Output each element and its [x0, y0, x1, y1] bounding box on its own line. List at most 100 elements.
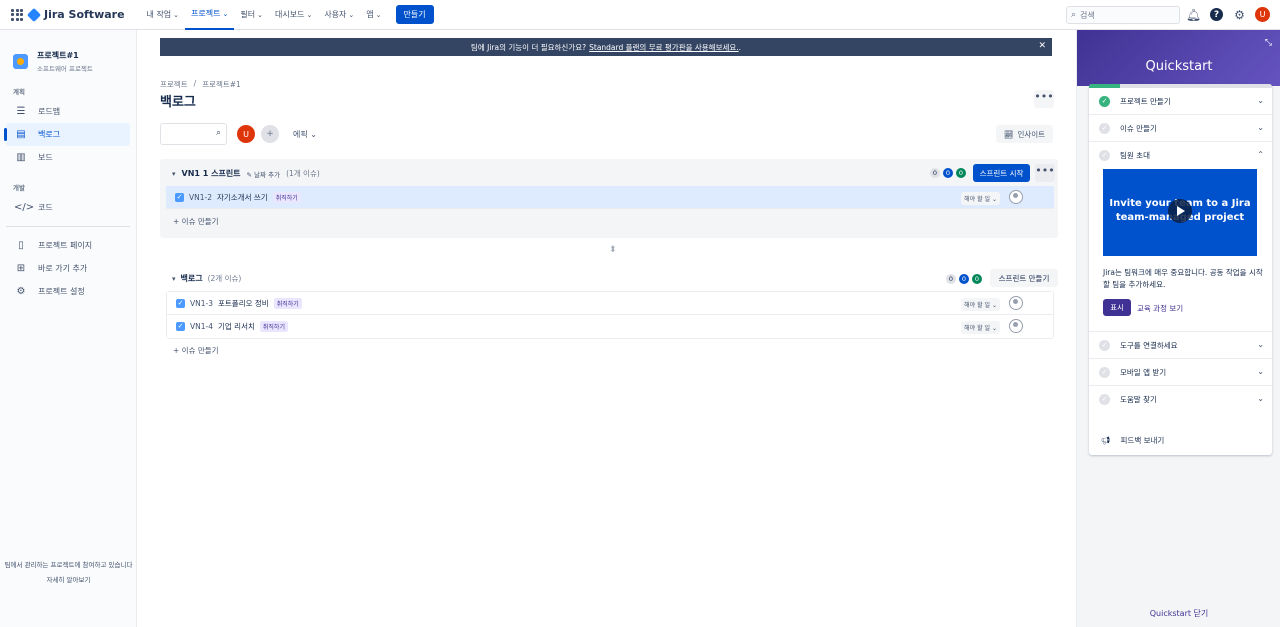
nav-label: 앱 [366, 10, 374, 19]
nav-my-work[interactable]: 내 작업 ⌄ [141, 0, 186, 30]
nav-dashboards[interactable]: 대시보드 ⌄ [269, 0, 318, 30]
issue-epic-label: 취직하기 [272, 191, 301, 203]
unassigned-avatar-icon[interactable] [1009, 190, 1023, 204]
check-pending-icon: ✓ [1099, 150, 1110, 161]
add-date-link[interactable]: ✎ 날짜 추가 [247, 169, 281, 179]
sidebar-item-backlog[interactable]: ▤ 백로그 [4, 123, 130, 146]
chevron-up-icon: ⌃ [1257, 150, 1264, 159]
megaphone-icon: 📢︎ [1101, 436, 1111, 445]
quickstart-item-create-issue[interactable]: ✓ 이슈 만들기 ⌄ [1089, 115, 1272, 142]
project-header[interactable]: 프로젝트#1 소프트웨어 프로젝트 [13, 50, 136, 73]
sidebar-item-roadmap[interactable]: ☰ 로드맵 [6, 100, 130, 123]
insights-label: 인사이트 [1017, 129, 1046, 139]
sidebar-item-code[interactable]: </> 코드 [6, 196, 130, 219]
minimize-icon[interactable]: ⤡ [1265, 38, 1272, 48]
epic-filter-dropdown[interactable]: 에픽 ⌄ [293, 129, 317, 140]
create-issue-button[interactable]: + 이슈 만들기 [173, 216, 219, 227]
nav-projects[interactable]: 프로젝트 ⌄ [185, 0, 235, 30]
issue-status-dropdown[interactable]: 해야 할 일 ⌄ [961, 298, 1000, 311]
issue-row[interactable]: ✓ VN1-2 자기소개서 쓰기 취직하기 해야 할 일 ⌄ [166, 186, 1054, 209]
notifications-icon[interactable]: 🔔︎ [1186, 7, 1201, 22]
chevron-down-icon: ⌄ [310, 130, 317, 139]
user-avatar[interactable]: U [1255, 7, 1270, 22]
quickstart-item-mobile-app[interactable]: ✓ 모바일 앱 받기 ⌄ [1089, 359, 1272, 386]
sidebar-item-board[interactable]: ▥ 보드 [6, 146, 130, 169]
breadcrumb-project[interactable]: 프로젝트#1 [202, 79, 241, 90]
create-issue-button[interactable]: + 이슈 만들기 [173, 345, 219, 356]
issue-epic-label: 취직하기 [273, 297, 302, 309]
collapse-caret-icon[interactable]: ▾ [172, 275, 176, 283]
feedback-label: 피드백 보내기 [1120, 436, 1165, 445]
sidebar-item-project-settings[interactable]: ⚙ 프로젝트 설정 [6, 280, 130, 303]
add-date-label: 날짜 추가 [254, 170, 281, 179]
quickstart-item-create-project[interactable]: ✓ 프로젝트 만들기 ⌄ [1089, 88, 1272, 115]
play-icon[interactable] [1168, 199, 1192, 223]
issue-key[interactable]: VN1-4 [190, 322, 213, 331]
sidebar-item-project-pages[interactable]: ▯ 프로젝트 페이지 [6, 234, 130, 257]
nav-label: 필터 [240, 10, 256, 19]
unassigned-avatar-icon[interactable] [1009, 319, 1023, 333]
sidebar-item-add-shortcut[interactable]: ⊞ 바로 가기 추가 [6, 257, 130, 280]
upgrade-banner: 팀에 Jira의 기능이 더 필요하신가요? Standard 플랜의 무료 평… [160, 38, 1052, 56]
add-people-icon[interactable]: + [261, 125, 279, 143]
settings-gear-icon[interactable]: ⚙ [1232, 7, 1247, 22]
app-switcher-icon[interactable] [11, 8, 23, 21]
search-input[interactable]: ⌕ 검색 [1066, 6, 1180, 24]
show-button[interactable]: 표시 [1103, 299, 1131, 316]
jira-logo[interactable]: Jira Software [26, 7, 125, 22]
nav-apps[interactable]: 앱 ⌄ [360, 0, 387, 30]
jira-logo-icon [26, 7, 42, 22]
quickstart-item-label: 팀원 초대 [1120, 151, 1150, 160]
sprint-header[interactable]: ▾ VN1 1 스프린트 ✎ 날짜 추가 (1개 이슈) [172, 168, 320, 179]
quickstart-item-find-help[interactable]: ✓ 도움말 찾기 ⌄ [1089, 386, 1272, 413]
page-icon: ▯ [18, 240, 24, 251]
issue-key[interactable]: VN1-3 [190, 299, 213, 308]
nav-filters[interactable]: 필터 ⌄ [234, 0, 269, 30]
collapse-caret-icon[interactable]: ▾ [172, 170, 176, 178]
create-sprint-button[interactable]: 스프린트 만들기 [990, 269, 1058, 287]
invite-team-video[interactable]: Invite your team to a Jira team-managed … [1103, 169, 1257, 256]
project-sidebar: 프로젝트#1 소프트웨어 프로젝트 계획 ☰ 로드맵 ▤ 백로그 ▥ 보드 개발 </… [0, 30, 137, 627]
start-sprint-button[interactable]: 스프린트 시작 [973, 164, 1030, 182]
learn-more-link[interactable]: 자세히 알아보기 [0, 573, 137, 588]
check-done-icon: ✓ [1099, 95, 1110, 107]
nav-people[interactable]: 사용자 ⌄ [318, 0, 360, 30]
quickstart-item-label: 프로젝트 만들기 [1120, 96, 1171, 106]
unassigned-avatar-icon[interactable] [1009, 296, 1023, 310]
page-title: 백로그 [160, 95, 196, 110]
view-training-link[interactable]: 교육 과정 보기 [1137, 303, 1183, 314]
planning-section-label: 계획 [13, 88, 25, 96]
backlog-status-counts: 0 0 0 [946, 274, 982, 284]
quickstart-item-invite-team[interactable]: ✓ 팀원 초대 ⌃ [1089, 142, 1272, 169]
assignee-filter-avatar[interactable]: U [237, 125, 255, 143]
quickstart-item-label: 이슈 만들기 [1120, 123, 1157, 133]
close-quickstart-link[interactable]: Quickstart 닫기 [1077, 608, 1280, 619]
create-button[interactable]: 만들기 [395, 5, 434, 24]
breadcrumb-projects[interactable]: 프로젝트 [160, 79, 188, 90]
sprint-more-button[interactable]: ••• [1035, 164, 1055, 182]
send-feedback-button[interactable]: 📢︎ 피드백 보내기 [1101, 435, 1164, 446]
quickstart-header: ⤡ Quickstart [1077, 30, 1280, 86]
task-type-icon: ✓ [175, 192, 184, 202]
close-icon[interactable]: ✕ [1038, 41, 1046, 51]
quickstart-item-connect-tools[interactable]: ✓ 도구를 연결하세요 ⌄ [1089, 332, 1272, 359]
banner-trial-link[interactable]: Standard 플랜의 무료 평가판을 사용해보세요. [589, 42, 739, 53]
help-icon[interactable]: ? [1209, 7, 1224, 22]
insights-button[interactable]: 📈︎ 인사이트 [996, 125, 1053, 143]
issue-row[interactable]: ✓ VN1-3 포트폴리오 정비 취직하기 해야 할 일 ⌄ [167, 292, 1053, 315]
task-type-icon: ✓ [176, 322, 185, 331]
drag-handle-icon[interactable]: ⬍ [609, 245, 617, 255]
issue-status-dropdown[interactable]: 해야 할 일 ⌄ [961, 321, 1000, 334]
issue-key[interactable]: VN1-2 [189, 193, 212, 202]
backlog-header[interactable]: ▾ 백로그 (2개 이슈) [172, 273, 241, 284]
issue-status-dropdown[interactable]: 해야 할 일 ⌄ [961, 192, 1000, 205]
chevron-down-icon: ⌄ [1257, 394, 1264, 403]
sprint-issue-count: (1개 이슈) [286, 169, 320, 178]
issue-row[interactable]: ✓ VN1-4 기업 리서치 취직하기 해야 할 일 ⌄ [167, 315, 1053, 338]
roadmap-icon: ☰ [16, 106, 26, 117]
invite-team-description: Jira는 팀워크에 매우 중요합니다. 공동 작업을 시작할 팀을 추가하세요… [1103, 268, 1263, 289]
quickstart-panel: ⤡ Quickstart ✓ 프로젝트 만들기 ⌄ ✓ 이슈 만들기 ⌄ ✓ 팀… [1076, 30, 1280, 627]
chevron-down-icon: ⌄ [1257, 340, 1264, 349]
backlog-search-input[interactable]: ⌕ [160, 123, 227, 145]
more-actions-button[interactable]: ••• [1034, 90, 1054, 108]
